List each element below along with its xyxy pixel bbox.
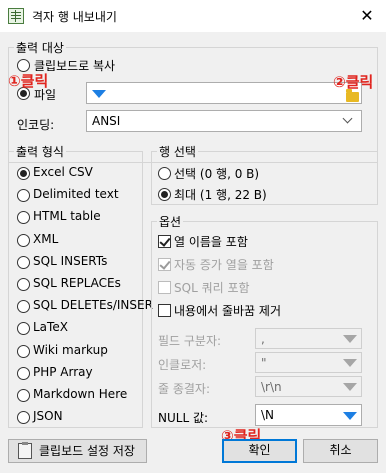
- format-radio-label[interactable]: Markdown Here: [33, 387, 127, 401]
- title-bar: 격자 행 내보내기 ✕: [0, 0, 386, 32]
- remove-linebreaks-checkbox[interactable]: [158, 304, 171, 317]
- format-radio-label[interactable]: HTML table: [33, 209, 101, 223]
- include-auto-increment-label: 자동 증가 열을 포함: [174, 258, 274, 272]
- folder-icon[interactable]: [346, 89, 359, 102]
- output-target-legend: 출력 대상: [14, 39, 66, 56]
- format-radio-label[interactable]: Wiki markup: [33, 343, 108, 357]
- selection-rows-label[interactable]: 선택 (0 행, 0 B): [174, 165, 259, 182]
- encoding-value: ANSI: [92, 114, 121, 128]
- format-radio[interactable]: [17, 256, 30, 269]
- format-radio-label[interactable]: Excel CSV: [33, 165, 93, 179]
- null-value-select[interactable]: \N: [255, 404, 362, 426]
- encoding-label: 인코딩:: [17, 118, 55, 132]
- format-radio[interactable]: [17, 189, 30, 202]
- format-radio-label[interactable]: Delimited text: [33, 187, 119, 201]
- row-selection-legend: 행 선택: [157, 143, 198, 160]
- encloser-select[interactable]: ": [255, 352, 362, 373]
- save-clipboard-settings-label: 클립보드 설정 저장: [39, 444, 135, 458]
- format-radio-label[interactable]: JSON: [33, 409, 63, 423]
- file-dropdown-icon[interactable]: [92, 90, 106, 98]
- format-radio[interactable]: [17, 411, 30, 424]
- line-terminator-label: 줄 종결자:: [158, 382, 211, 396]
- format-radio[interactable]: [17, 278, 30, 291]
- remove-linebreaks-label[interactable]: 내용에서 줄바꿈 제거: [174, 302, 281, 319]
- include-sql-query-label: SQL 쿼리 포함: [174, 281, 250, 295]
- file-path-input[interactable]: [86, 82, 362, 104]
- format-radio-label[interactable]: SQL REPLACEs: [33, 276, 121, 290]
- dropdown-arrow-icon: [343, 359, 357, 367]
- format-radio[interactable]: [17, 367, 30, 380]
- ok-button[interactable]: 확인: [222, 439, 297, 463]
- callout-2: ②클릭: [333, 73, 374, 91]
- cancel-button[interactable]: 취소: [303, 439, 378, 463]
- format-radio-label[interactable]: SQL DELETEs/INSER: [33, 298, 153, 312]
- callout-1: ①클릭: [8, 72, 49, 90]
- clipboard-icon: [18, 442, 32, 459]
- output-format-legend: 출력 형식: [14, 143, 66, 160]
- format-radio-label[interactable]: XML: [33, 232, 58, 246]
- options-legend: 옵션: [157, 213, 184, 230]
- field-separator-label: 필드 구분자:: [158, 334, 222, 348]
- format-radio[interactable]: [17, 211, 30, 224]
- selection-rows-radio[interactable]: [158, 167, 171, 180]
- encloser-value: ": [261, 356, 267, 370]
- include-sql-query-checkbox[interactable]: [158, 281, 171, 294]
- format-radio[interactable]: [17, 300, 30, 313]
- null-value-label: NULL 값:: [158, 411, 209, 425]
- include-auto-increment-checkbox[interactable]: [158, 258, 171, 271]
- all-rows-label[interactable]: 최대 (1 행, 22 B): [174, 186, 267, 203]
- format-radio[interactable]: [17, 322, 30, 335]
- field-separator-value: ,: [261, 332, 265, 346]
- close-button[interactable]: ✕: [348, 0, 386, 32]
- encloser-label: 인클로저:: [158, 358, 207, 372]
- format-radio[interactable]: [17, 234, 30, 247]
- save-clipboard-settings-button[interactable]: 클립보드 설정 저장: [8, 439, 147, 463]
- include-column-names-label[interactable]: 열 이름을 포함: [174, 233, 248, 250]
- encoding-select[interactable]: ANSI: [86, 110, 362, 132]
- format-radio[interactable]: [17, 345, 30, 358]
- format-radio-label[interactable]: PHP Array: [33, 365, 93, 379]
- dropdown-arrow-icon: [343, 383, 357, 391]
- chevron-down-icon: [342, 113, 353, 124]
- null-value-value: \N: [261, 408, 275, 422]
- format-radio[interactable]: [17, 389, 30, 402]
- window-title: 격자 행 내보내기: [32, 10, 117, 24]
- line-terminator-select[interactable]: \r\n: [255, 376, 362, 397]
- format-radio-label[interactable]: LaTeX: [33, 320, 68, 334]
- field-separator-select[interactable]: ,: [255, 328, 362, 349]
- null-dropdown-icon[interactable]: [343, 412, 357, 420]
- line-terminator-value: \r\n: [261, 380, 282, 394]
- format-radio[interactable]: [17, 167, 30, 180]
- all-rows-radio[interactable]: [158, 188, 171, 201]
- include-column-names-checkbox[interactable]: [158, 235, 171, 248]
- dropdown-arrow-icon: [343, 335, 357, 343]
- format-radio-label[interactable]: SQL INSERTs: [33, 254, 107, 268]
- app-icon: [8, 8, 24, 24]
